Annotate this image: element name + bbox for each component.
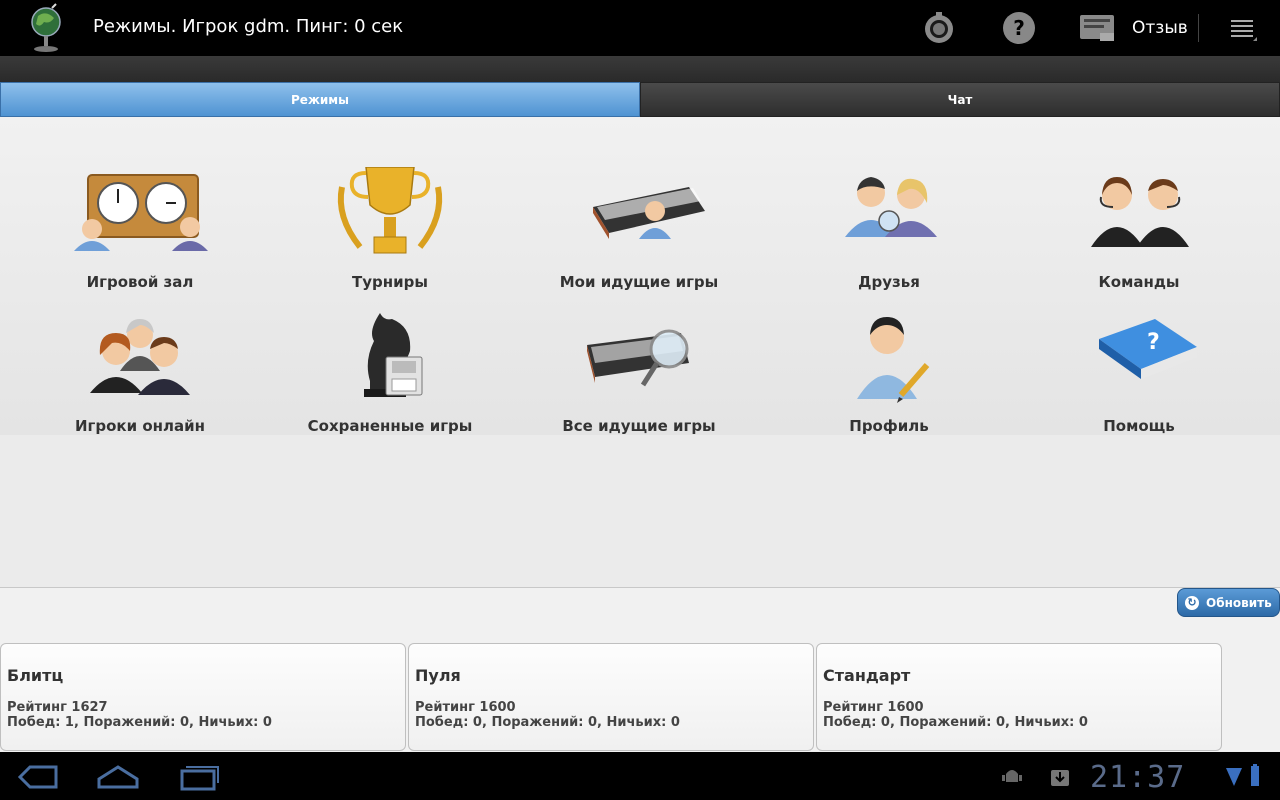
help-book-icon: ? xyxy=(1099,319,1197,379)
recent-apps-icon xyxy=(180,766,219,791)
tile-saved-games[interactable]: Сохраненные игры xyxy=(265,311,515,451)
profile-pencil-icon xyxy=(857,317,930,403)
help-button[interactable]: ? xyxy=(1000,8,1038,48)
download-notification-icon xyxy=(1051,770,1069,786)
tile-label: Все идущие игры xyxy=(562,417,716,435)
rating-stats: Побед: 0, Поражений: 0, Ничьих: 0 xyxy=(415,715,680,730)
rating-card-title: Блитц xyxy=(7,666,64,685)
status-clock: 21:37 xyxy=(1090,760,1186,795)
back-icon xyxy=(17,765,58,789)
main-content: Игровой зал Турниры Мои идущие игры Друз… xyxy=(0,117,1280,749)
rating-card-title: Пуля xyxy=(415,666,461,685)
tile-all-games[interactable]: Все идущие игры xyxy=(514,311,764,451)
my-games-board-icon xyxy=(593,187,705,239)
tile-profile[interactable]: Профиль xyxy=(764,311,1014,451)
tile-label: Профиль xyxy=(849,417,929,435)
tile-label: Команды xyxy=(1098,273,1180,291)
feedback-label: Отзыв xyxy=(1132,18,1188,38)
settings-dial-icon xyxy=(925,12,953,43)
tile-label: Турниры xyxy=(352,273,428,291)
home-button[interactable] xyxy=(94,760,142,794)
friends-icon xyxy=(845,177,937,237)
tile-label: Игроки онлайн xyxy=(75,417,205,435)
rating-value: Рейтинг 1600 xyxy=(415,700,516,715)
settings-dial-button[interactable] xyxy=(920,8,958,48)
tile-teams[interactable]: Команды xyxy=(1014,167,1264,307)
feedback-icon xyxy=(1080,15,1114,41)
tab-bar: Режимы Чат xyxy=(0,82,1280,117)
tab-chat[interactable]: Чат xyxy=(640,82,1280,117)
battery-icon xyxy=(1251,764,1259,786)
refresh-button[interactable]: ↻ Обновить xyxy=(1177,588,1280,617)
overflow-menu-icon xyxy=(1231,20,1257,41)
rating-card-bullet: Пуля Рейтинг 1600 Побед: 0, Поражений: 0… xyxy=(408,643,814,751)
home-icon xyxy=(97,765,139,789)
page-title: Режимы. Игрок gdm. Пинг: 0 сек xyxy=(93,16,404,37)
tile-game-hall[interactable]: Игровой зал xyxy=(15,167,265,307)
chess-clock-icon xyxy=(74,174,208,251)
rating-value: Рейтинг 1600 xyxy=(823,700,924,715)
tile-label: Сохраненные игры xyxy=(307,417,473,435)
back-button[interactable] xyxy=(14,760,62,794)
tile-friends[interactable]: Друзья xyxy=(764,167,1014,307)
rating-card-standard: Стандарт Рейтинг 1600 Побед: 0, Поражени… xyxy=(816,643,1222,751)
rating-card-title: Стандарт xyxy=(823,666,911,685)
tile-help[interactable]: ? Помощь xyxy=(1014,311,1264,451)
debug-android-icon xyxy=(1002,770,1022,782)
rating-value: Рейтинг 1627 xyxy=(7,700,108,715)
divider xyxy=(1198,14,1199,42)
app-globe-icon[interactable] xyxy=(26,2,66,54)
svg-text:?: ? xyxy=(1147,330,1160,355)
modes-grid: Игровой зал Турниры Мои идущие игры Друз… xyxy=(0,117,1280,435)
action-bar: Режимы. Игрок gdm. Пинг: 0 сек ? Отзыв xyxy=(0,0,1280,56)
rating-stats: Побед: 0, Поражений: 0, Ничьих: 0 xyxy=(823,715,1088,730)
trophy-icon xyxy=(337,167,443,254)
feedback-button[interactable]: Отзыв xyxy=(1078,8,1188,48)
tile-players-online[interactable]: Игроки онлайн xyxy=(15,311,265,451)
tile-tournaments[interactable]: Турниры xyxy=(265,167,515,307)
tile-label: Помощь xyxy=(1103,417,1175,435)
rating-card-blitz: Блитц Рейтинг 1627 Побед: 1, Поражений: … xyxy=(0,643,406,751)
rating-stats: Побед: 1, Поражений: 0, Ничьих: 0 xyxy=(7,715,272,730)
players-online-icon xyxy=(90,319,190,395)
wifi-icon xyxy=(1226,768,1242,786)
ratings-section: ↻ Обновить Блитц Рейтинг 1627 Побед: 1, … xyxy=(0,587,1280,752)
tile-label: Друзья xyxy=(858,273,920,291)
tile-label: Игровой зал xyxy=(86,273,194,291)
saved-games-knight-icon xyxy=(364,313,423,397)
system-navigation-bar: 21:37 xyxy=(0,752,1280,800)
tile-my-games[interactable]: Мои идущие игры xyxy=(514,167,764,307)
help-icon: ? xyxy=(1003,12,1035,44)
teams-headset-icon xyxy=(1091,177,1189,247)
header-strip xyxy=(0,56,1280,82)
overflow-menu-button[interactable] xyxy=(1222,8,1262,48)
all-games-magnifier-icon xyxy=(587,329,689,387)
tile-label: Мои идущие игры xyxy=(559,273,719,291)
recent-apps-button[interactable] xyxy=(174,760,222,794)
refresh-label: Обновить xyxy=(1206,595,1272,610)
refresh-icon: ↻ xyxy=(1185,595,1199,610)
tab-modes[interactable]: Режимы xyxy=(0,82,640,117)
